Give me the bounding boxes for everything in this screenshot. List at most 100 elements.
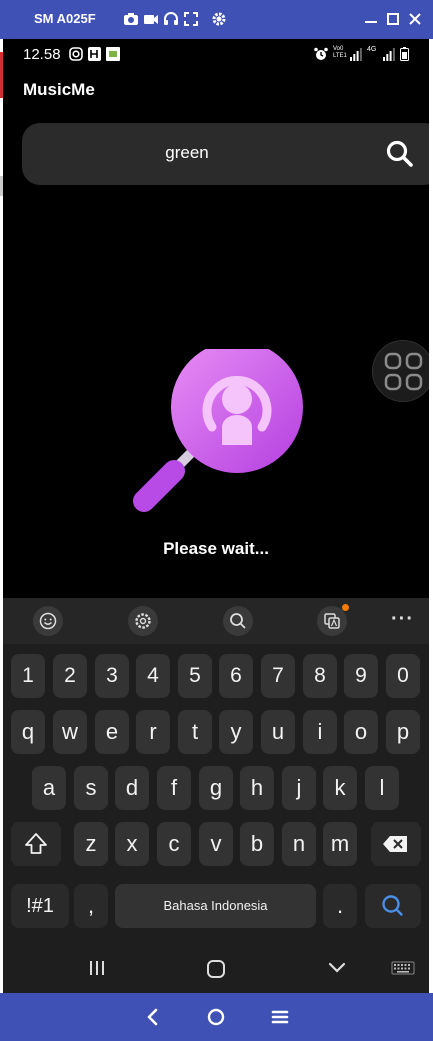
soft-keyboard: ··· 1 2 3 4 5 6 7 8 9 0 q w e r t y u i …: [3, 598, 429, 993]
key-3[interactable]: 3: [95, 654, 129, 698]
key-k[interactable]: k: [323, 766, 357, 810]
signal-icon: [350, 48, 362, 61]
close-icon[interactable]: [406, 10, 424, 28]
key-6[interactable]: 6: [219, 654, 253, 698]
key-r[interactable]: r: [136, 710, 170, 754]
device-name: SM A025F: [34, 11, 96, 26]
key-8[interactable]: 8: [303, 654, 337, 698]
key-4[interactable]: 4: [136, 654, 170, 698]
search-icon: [230, 613, 246, 629]
key-g[interactable]: g: [199, 766, 233, 810]
fullscreen-icon[interactable]: [183, 11, 199, 27]
key-t[interactable]: t: [178, 710, 212, 754]
key-7[interactable]: 7: [261, 654, 295, 698]
keyboard-search-button[interactable]: [223, 606, 253, 636]
key-l[interactable]: l: [365, 766, 399, 810]
window-right-edge: [429, 39, 433, 993]
space-key[interactable]: Bahasa Indonesia: [115, 884, 316, 928]
key-v[interactable]: v: [199, 822, 233, 866]
backspace-icon: [383, 836, 407, 852]
key-x[interactable]: x: [115, 822, 149, 866]
key-b[interactable]: b: [240, 822, 274, 866]
key-c[interactable]: c: [157, 822, 191, 866]
key-q[interactable]: q: [11, 710, 45, 754]
battery-icon: [400, 47, 409, 61]
alarm-icon: [314, 47, 328, 60]
home-icon[interactable]: [205, 958, 227, 980]
status-bar: 12.58 Vo0 LTE1 4G: [3, 39, 429, 69]
app-title: MusicMe: [23, 80, 95, 99]
settings-icon[interactable]: [211, 11, 227, 27]
key-j[interactable]: j: [282, 766, 316, 810]
key-0[interactable]: 0: [386, 654, 420, 698]
floating-menu-button[interactable]: [372, 340, 429, 402]
key-e[interactable]: e: [95, 710, 129, 754]
key-a[interactable]: a: [32, 766, 66, 810]
key-w[interactable]: w: [53, 710, 87, 754]
more-options-button[interactable]: ···: [391, 608, 414, 631]
keyboard-switch-icon[interactable]: [391, 958, 415, 978]
translate-button[interactable]: [317, 604, 349, 636]
recent-apps-icon[interactable]: [87, 958, 107, 978]
emoji-button[interactable]: [33, 606, 63, 636]
back-icon[interactable]: [139, 1003, 167, 1031]
minimize-icon[interactable]: [362, 10, 380, 28]
headset-icon[interactable]: [163, 11, 179, 27]
key-9[interactable]: 9: [344, 654, 378, 698]
key-z[interactable]: z: [74, 822, 108, 866]
app-icon: [88, 47, 101, 61]
key-f[interactable]: f: [157, 766, 191, 810]
camera-icon[interactable]: [123, 11, 139, 27]
keyboard-toolbar: ···: [3, 598, 429, 644]
notification-dot: [342, 604, 349, 611]
key-n[interactable]: n: [282, 822, 316, 866]
key-y[interactable]: y: [219, 710, 253, 754]
key-5[interactable]: 5: [178, 654, 212, 698]
key-2[interactable]: 2: [53, 654, 87, 698]
status-time: 12.58: [23, 46, 61, 63]
loading-text: Please wait...: [163, 539, 269, 558]
shift-icon: [25, 833, 47, 854]
backspace-key[interactable]: [371, 822, 421, 866]
period-key[interactable]: .: [323, 884, 357, 928]
settings-icon: [135, 613, 151, 629]
key-p[interactable]: p: [386, 710, 420, 754]
key-i[interactable]: i: [303, 710, 337, 754]
key-s[interactable]: s: [74, 766, 108, 810]
key-u[interactable]: u: [261, 710, 295, 754]
key-h[interactable]: h: [240, 766, 274, 810]
key-1[interactable]: 1: [11, 654, 45, 698]
shift-key[interactable]: [11, 822, 61, 866]
signal-icon: [383, 48, 395, 61]
home-icon[interactable]: [202, 1003, 230, 1031]
maximize-icon[interactable]: [384, 10, 402, 28]
emulator-nav-bar: [0, 993, 433, 1041]
key-o[interactable]: o: [344, 710, 378, 754]
symbols-key[interactable]: !#1: [11, 884, 69, 928]
grid-icon: [384, 352, 423, 391]
emoji-icon: [39, 612, 57, 630]
key-d[interactable]: d: [115, 766, 149, 810]
podcast-search-icon: [133, 349, 303, 512]
emulator-title-bar: SM A025F: [0, 0, 433, 39]
video-icon[interactable]: [143, 11, 159, 27]
search-enter-key[interactable]: [365, 884, 421, 928]
volte-label: Vo0: [333, 46, 344, 52]
4g-icon: 4G: [367, 46, 377, 53]
search-icon[interactable]: [384, 138, 416, 170]
keyboard-settings-button[interactable]: [128, 606, 158, 636]
image-icon: [106, 47, 120, 61]
search-bar[interactable]: green: [22, 123, 429, 185]
menu-icon[interactable]: [266, 1003, 294, 1031]
system-navigation-bar: [3, 948, 429, 993]
phone-screen: 12.58 Vo0 LTE1 4G MusicMe green Please w…: [3, 39, 429, 993]
translate-icon: [324, 613, 340, 629]
comma-key[interactable]: ,: [74, 884, 108, 928]
search-icon: [382, 895, 403, 916]
lte-label: LTE1: [333, 53, 347, 59]
key-m[interactable]: m: [323, 822, 357, 866]
hide-keyboard-icon[interactable]: [326, 958, 348, 978]
instagram-icon: [69, 47, 83, 61]
search-input[interactable]: green: [22, 143, 352, 163]
volte-icon: Vo0 LTE1: [333, 46, 347, 60]
